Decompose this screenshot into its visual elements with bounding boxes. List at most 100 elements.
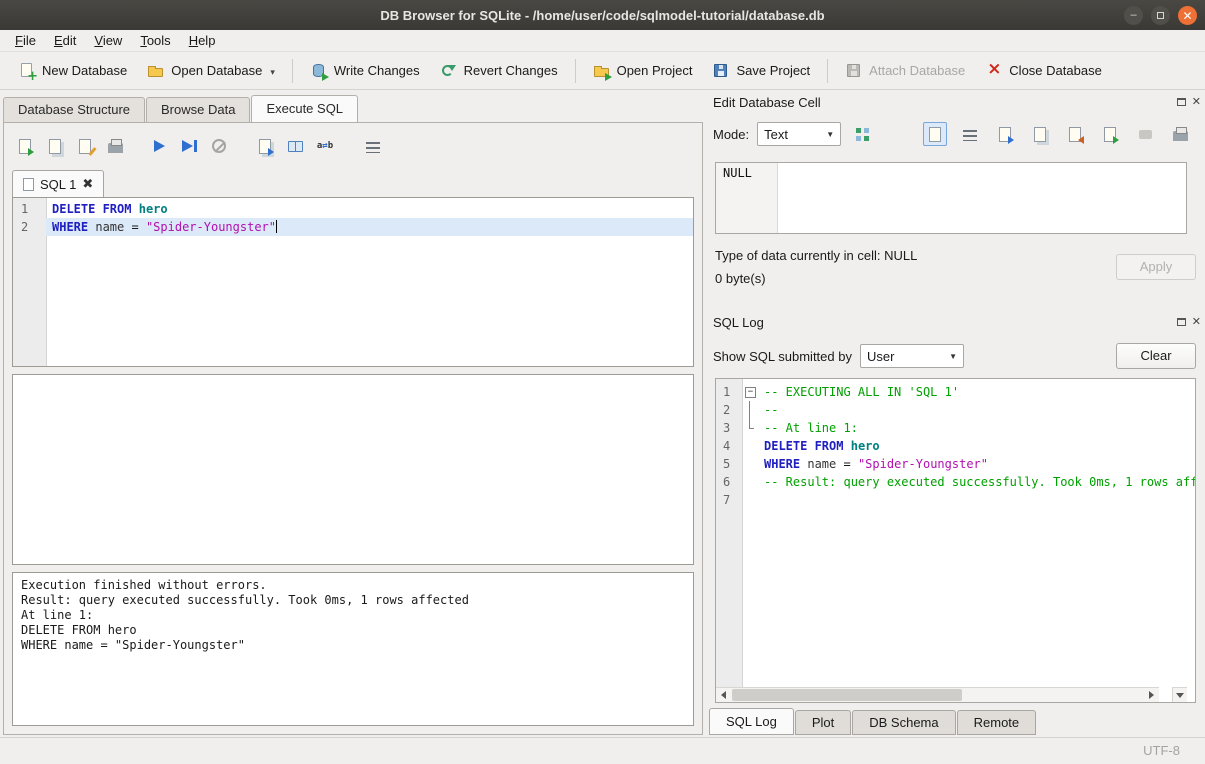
write-changes-button[interactable]: Write Changes: [302, 57, 428, 85]
menu-file[interactable]: File: [6, 30, 45, 52]
horizontal-scrollbar[interactable]: [716, 687, 1159, 702]
export-results-button[interactable]: [252, 133, 278, 159]
copy-cell-button[interactable]: [1028, 122, 1052, 146]
print-icon: [1173, 131, 1188, 141]
code-text: DELETE FROM hero: [758, 437, 1195, 455]
code-line[interactable]: 4 DELETE FROM hero: [716, 437, 1195, 455]
tab-db-schema[interactable]: DB Schema: [852, 710, 955, 735]
revert-changes-button[interactable]: Revert Changes: [432, 57, 566, 85]
sql-log-view[interactable]: 1-- EXECUTING ALL IN 'SQL 1'2--3-- At li…: [715, 378, 1196, 703]
text-doc-icon: [929, 127, 941, 142]
menu-view[interactable]: View: [85, 30, 131, 52]
tab-plot[interactable]: Plot: [795, 710, 851, 735]
export-cell-button[interactable]: [1063, 122, 1087, 146]
window-controls: – ✕: [1124, 6, 1197, 25]
code-line[interactable]: 2--: [716, 401, 1195, 419]
menu-help[interactable]: Help: [180, 30, 225, 52]
save-cell-button[interactable]: [1098, 122, 1122, 146]
menu-edit[interactable]: Edit: [45, 30, 85, 52]
code-text: --: [758, 401, 1195, 419]
scrollbar-track[interactable]: [731, 688, 1144, 702]
maximize-button[interactable]: [1151, 6, 1170, 25]
left-panel: Database Structure Browse Data Execute S…: [3, 90, 703, 735]
cell-value-editor[interactable]: NULL: [715, 162, 1187, 234]
scroll-right-icon[interactable]: [1144, 688, 1159, 702]
code-text: [758, 491, 1195, 509]
code-line[interactable]: 6-- Result: query executed successfully.…: [716, 473, 1195, 491]
code-line[interactable]: 5WHERE name = "Spider-Youngster": [716, 455, 1195, 473]
titlebar[interactable]: DB Browser for SQLite - /home/user/code/…: [0, 0, 1205, 30]
scroll-down-icon[interactable]: [1172, 687, 1187, 702]
print-sql-button[interactable]: [102, 133, 128, 159]
line-number: 4: [716, 437, 742, 455]
open-database-button[interactable]: Open Database ▾: [139, 57, 283, 85]
scroll-left-icon[interactable]: [716, 688, 731, 702]
tab-sql-log[interactable]: SQL Log: [709, 708, 794, 735]
open-database-dropdown-icon[interactable]: ▾: [270, 67, 275, 80]
scrollbar-thumb[interactable]: [732, 689, 962, 701]
execute-sql-button[interactable]: [146, 133, 172, 159]
new-database-button[interactable]: + New Database: [10, 57, 135, 85]
line-number: 7: [716, 491, 742, 509]
code-line[interactable]: 2WHERE name = "Spider-Youngster": [13, 218, 693, 236]
apply-format-button[interactable]: [849, 121, 875, 147]
clear-log-button[interactable]: Clear: [1116, 343, 1196, 369]
save-sql-file-button[interactable]: [42, 133, 68, 159]
statusbar: UTF-8: [0, 737, 1205, 764]
save-sql-as-button[interactable]: [72, 133, 98, 159]
sql-1-tab[interactable]: SQL 1 ✖: [12, 170, 104, 197]
maximize-icon: [1157, 12, 1164, 19]
mode-combobox[interactable]: Text ▼: [757, 122, 841, 146]
close-database-button[interactable]: × Close Database: [977, 57, 1110, 85]
cell-mode-row: Mode: Text ▼: [707, 120, 1205, 148]
sql-log-title: SQL Log: [713, 315, 1177, 330]
menu-tools[interactable]: Tools: [131, 30, 179, 52]
execute-line-icon: [182, 140, 197, 152]
float-panel-icon[interactable]: [1177, 98, 1186, 106]
set-null-button[interactable]: [1133, 122, 1157, 146]
save-sql-as-icon: [79, 139, 91, 154]
results-grid[interactable]: [12, 374, 694, 565]
tab-remote[interactable]: Remote: [957, 710, 1037, 735]
text-mode-button[interactable]: [923, 122, 947, 146]
import-cell-button[interactable]: [993, 122, 1017, 146]
code-line[interactable]: 1-- EXECUTING ALL IN 'SQL 1': [716, 383, 1195, 401]
export-doc-icon: [1069, 127, 1081, 142]
tab-browse-data[interactable]: Browse Data: [146, 97, 250, 122]
tab-execute-sql[interactable]: Execute SQL: [251, 95, 358, 122]
open-sql-file-button[interactable]: [12, 133, 38, 159]
execute-current-line-button[interactable]: [176, 133, 202, 159]
code-line[interactable]: 1DELETE FROM hero: [13, 200, 693, 218]
fold-gutter: [742, 437, 758, 455]
code-line[interactable]: 3-- At line 1:: [716, 419, 1195, 437]
log-filter-combobox[interactable]: User ▼: [860, 344, 964, 368]
minimize-button[interactable]: –: [1124, 6, 1143, 25]
close-button[interactable]: ✕: [1178, 6, 1197, 25]
open-sql-file-icon: [19, 139, 31, 154]
edit-cell-title: Edit Database Cell: [713, 95, 1177, 110]
close-panel-icon[interactable]: ✕: [1192, 97, 1201, 108]
toolbar-separator: [575, 59, 576, 83]
sql-code-editor[interactable]: 1DELETE FROM hero2WHERE name = "Spider-Y…: [12, 197, 694, 367]
find-replace-button[interactable]: a⇄b: [312, 133, 338, 159]
browse-table-icon: [288, 141, 303, 152]
close-panel-icon[interactable]: ✕: [1192, 317, 1201, 328]
fold-marker-icon[interactable]: [742, 383, 758, 401]
tab-database-structure[interactable]: Database Structure: [3, 97, 145, 122]
sql-tab-bar: SQL 1 ✖: [12, 167, 694, 197]
save-project-button[interactable]: Save Project: [704, 57, 818, 85]
code-text: -- Result: query executed successfully. …: [758, 473, 1195, 491]
close-tab-icon[interactable]: ✖: [82, 176, 93, 192]
code-line[interactable]: 7: [716, 491, 1195, 509]
cell-edit-icons: [923, 122, 1192, 146]
print-cell-button[interactable]: [1168, 122, 1192, 146]
encoding-indicator[interactable]: UTF-8: [1143, 743, 1180, 758]
word-wrap-button[interactable]: [360, 133, 386, 159]
message-line: At line 1:: [21, 608, 685, 623]
attach-database-button: Attach Database: [837, 57, 973, 85]
edit-cell-header: Edit Database Cell ✕: [707, 92, 1205, 112]
open-project-button[interactable]: Open Project: [585, 57, 701, 85]
word-wrap-cell-button[interactable]: [958, 122, 982, 146]
float-panel-icon[interactable]: [1177, 318, 1186, 326]
open-browser-button[interactable]: [282, 133, 308, 159]
